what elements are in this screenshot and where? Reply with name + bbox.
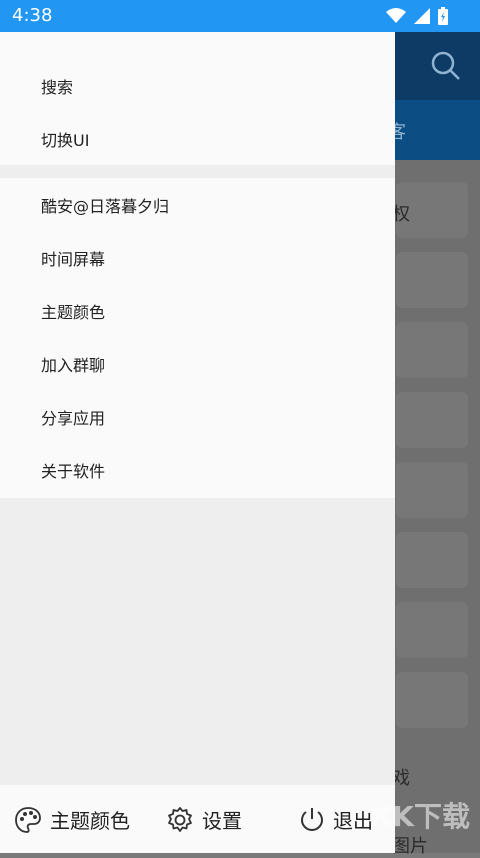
theme-color-label: 主题颜色 bbox=[50, 809, 130, 833]
status-bar: 4:38 bbox=[0, 0, 480, 32]
drawer-bottom-bar: 主题颜色 设置 退出 bbox=[0, 785, 395, 853]
drawer-item-join-group[interactable]: 加入群聊 bbox=[0, 337, 395, 390]
drawer-item-author[interactable]: 酷安@日落暮夕归 bbox=[0, 178, 395, 231]
theme-color-button[interactable]: 主题颜色 bbox=[14, 805, 130, 834]
background-card bbox=[396, 462, 468, 518]
drawer-item-search[interactable]: 搜索 bbox=[0, 59, 395, 112]
drawer-item-time-screen[interactable]: 时间屏幕 bbox=[0, 231, 395, 284]
navigation-drawer: 搜索 切换UI 酷安@日落暮夕归 时间屏幕 主题颜色 加入群聊 分享应用 关于软… bbox=[0, 32, 395, 853]
exit-label: 退出 bbox=[333, 809, 373, 833]
drawer-item-label: 关于软件 bbox=[41, 461, 106, 481]
background-card bbox=[396, 672, 468, 728]
background-card bbox=[396, 532, 468, 588]
drawer-item-about[interactable]: 关于软件 bbox=[0, 443, 395, 496]
drawer-item-label: 加入群聊 bbox=[41, 355, 106, 375]
battery-icon bbox=[438, 7, 448, 25]
watermark: KK下载 bbox=[370, 800, 470, 833]
drawer-item-switch-ui[interactable]: 切换UI bbox=[0, 112, 395, 165]
settings-label: 设置 bbox=[202, 809, 242, 833]
background-card bbox=[396, 602, 468, 658]
wifi-icon bbox=[386, 8, 406, 23]
gear-icon bbox=[168, 806, 192, 832]
signal-icon bbox=[414, 8, 430, 24]
drawer-item-label: 搜索 bbox=[41, 77, 74, 97]
drawer-section-primary: 搜索 切换UI bbox=[0, 32, 395, 165]
status-icons bbox=[386, 7, 448, 25]
background-card-text: 图片 bbox=[392, 836, 428, 857]
drawer-item-label: 分享应用 bbox=[41, 408, 106, 428]
search-icon bbox=[431, 51, 460, 80]
power-icon bbox=[301, 807, 323, 831]
drawer-item-label: 切换UI bbox=[41, 130, 90, 150]
background-card bbox=[396, 392, 468, 448]
status-time: 4:38 bbox=[12, 5, 53, 26]
settings-button[interactable]: 设置 bbox=[166, 805, 242, 834]
drawer-item-share-app[interactable]: 分享应用 bbox=[0, 390, 395, 443]
drawer-section-secondary: 酷安@日落暮夕归 时间屏幕 主题颜色 加入群聊 分享应用 关于软件 bbox=[0, 178, 395, 498]
exit-button[interactable]: 退出 bbox=[299, 805, 373, 834]
palette-icon bbox=[15, 806, 41, 833]
background-card bbox=[396, 322, 468, 378]
drawer-item-label: 主题颜色 bbox=[41, 302, 106, 322]
background-card bbox=[396, 252, 468, 308]
drawer-item-label: 时间屏幕 bbox=[41, 249, 106, 269]
drawer-item-label: 酷安@日落暮夕归 bbox=[41, 196, 170, 216]
drawer-item-theme-color[interactable]: 主题颜色 bbox=[0, 284, 395, 337]
